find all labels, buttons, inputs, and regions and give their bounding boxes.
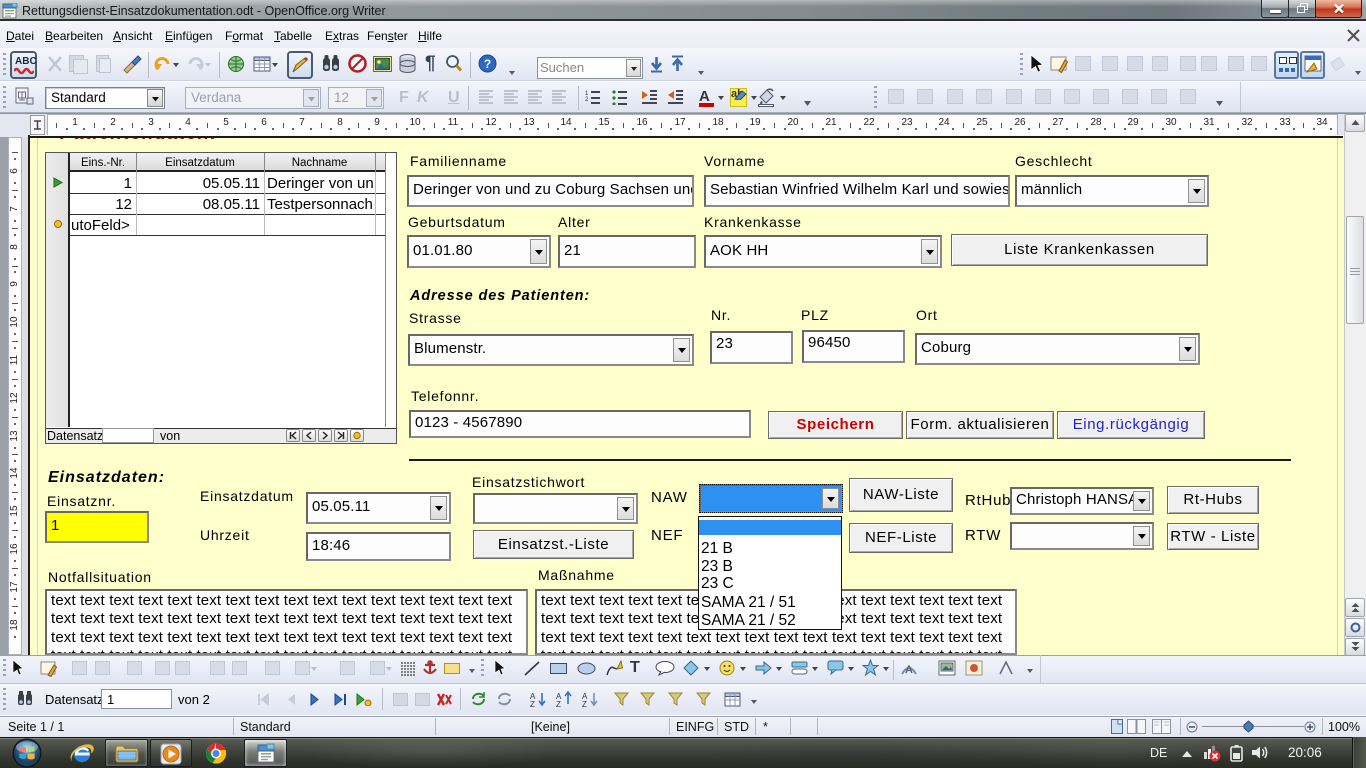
svg-text:Z: Z — [582, 700, 587, 707]
svg-text:?: ? — [484, 57, 491, 71]
svg-text:2: 2 — [585, 97, 589, 103]
svg-text:Z: Z — [556, 700, 561, 707]
svg-text:Z: Z — [530, 700, 535, 707]
svg-text:A: A — [905, 664, 913, 676]
